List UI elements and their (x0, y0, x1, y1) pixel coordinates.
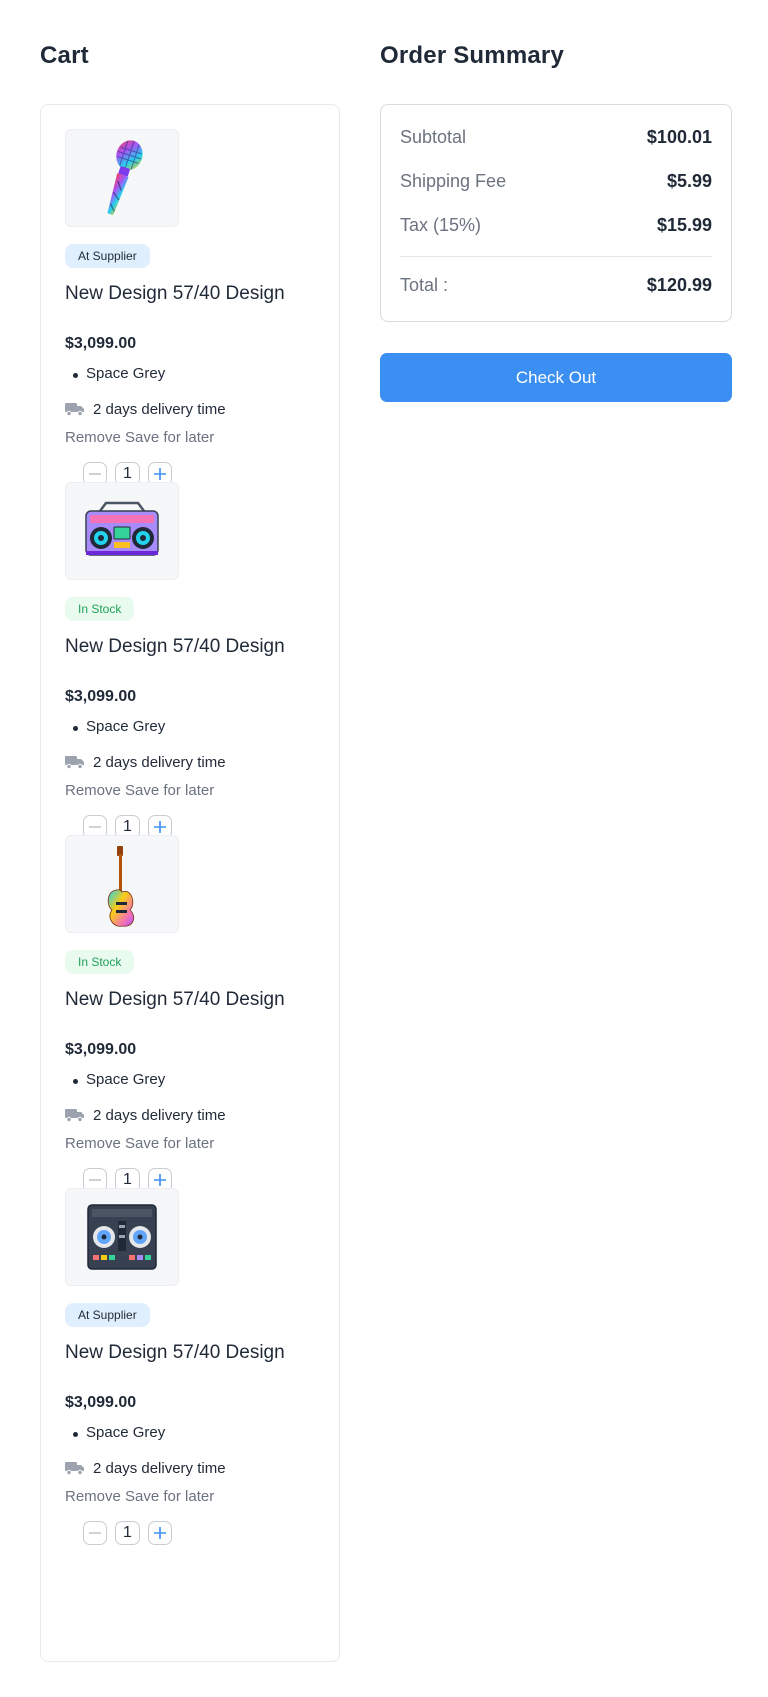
availability-badge: At Supplier (65, 1303, 150, 1327)
truck-icon (65, 1109, 84, 1122)
tax-label: Tax (15%) (400, 215, 482, 235)
remove-link[interactable]: Remove (65, 1488, 121, 1505)
tax-value: $15.99 (656, 215, 712, 235)
total-label: Total : (400, 275, 449, 295)
cart-title: Cart (40, 42, 89, 69)
delivery-time: 2 days delivery time (93, 1460, 226, 1477)
boombox-icon (85, 501, 159, 556)
tax-row: Tax (15%) $15.99 (400, 215, 712, 239)
save-for-later-link[interactable]: Save for later (125, 429, 214, 446)
guitar-icon (107, 846, 135, 927)
shipping-value: $5.99 (666, 171, 712, 191)
product-title[interactable]: New Design 57/40 Design (65, 636, 285, 658)
item-actions: Remove Save for later (65, 429, 214, 446)
product-image[interactable] (65, 129, 179, 227)
remove-link[interactable]: Remove (65, 782, 121, 799)
subtotal-row: Subtotal $100.01 (400, 127, 712, 151)
total-value: $120.99 (646, 275, 712, 295)
dj-controller-icon (87, 1204, 157, 1270)
microphone-icon (107, 140, 143, 216)
bullet-icon (73, 726, 78, 731)
product-variant: Space Grey (86, 1071, 166, 1088)
cart-list: At Supplier New Design 57/40 Design $3,0… (40, 104, 340, 1662)
shipping-row: Shipping Fee $5.99 (400, 171, 712, 195)
product-title[interactable]: New Design 57/40 Design (65, 1342, 285, 1364)
product-variant: Space Grey (86, 365, 166, 382)
bullet-icon (73, 1079, 78, 1084)
product-price: $3,099.00 (65, 335, 137, 352)
bullet-icon (73, 1432, 78, 1437)
product-price: $3,099.00 (65, 688, 137, 705)
shipping-label: Shipping Fee (400, 171, 507, 191)
item-actions: Remove Save for later (65, 1488, 214, 1505)
save-for-later-link[interactable]: Save for later (125, 782, 214, 799)
save-for-later-link[interactable]: Save for later (125, 1135, 214, 1152)
product-image[interactable] (65, 1188, 179, 1286)
cart-item: In Stock New Design 57/40 Design $3,099.… (65, 811, 325, 1194)
minus-icon (89, 1532, 101, 1534)
order-summary-title: Order Summary (380, 42, 565, 69)
subtotal-label: Subtotal (400, 127, 467, 147)
cart-item: At Supplier New Design 57/40 Design $3,0… (65, 105, 325, 488)
save-for-later-link[interactable]: Save for later (125, 1488, 214, 1505)
delivery-time: 2 days delivery time (93, 401, 226, 418)
product-variant: Space Grey (86, 718, 166, 735)
availability-badge: At Supplier (65, 244, 150, 268)
total-row: Total : $120.99 (400, 275, 712, 299)
availability-badge: In Stock (65, 597, 135, 621)
product-variant: Space Grey (86, 1424, 166, 1441)
availability-badge: In Stock (65, 950, 135, 974)
summary-divider (400, 256, 712, 257)
delivery-time: 2 days delivery time (93, 1107, 226, 1124)
cart-item: At Supplier New Design 57/40 Design $3,0… (65, 1164, 325, 1547)
quantity-value[interactable]: 1 (115, 1521, 140, 1545)
product-price: $3,099.00 (65, 1041, 137, 1058)
checkout-button[interactable]: Check Out (380, 353, 732, 402)
order-summary-card: Subtotal $100.01 Shipping Fee $5.99 Tax … (380, 104, 732, 322)
item-actions: Remove Save for later (65, 1135, 214, 1152)
truck-icon (65, 756, 84, 769)
bullet-icon (73, 373, 78, 378)
product-image[interactable] (65, 835, 179, 933)
product-title[interactable]: New Design 57/40 Design (65, 283, 285, 305)
cart-item: In Stock New Design 57/40 Design $3,099.… (65, 458, 325, 841)
truck-icon (65, 403, 84, 416)
truck-icon (65, 1462, 84, 1475)
quantity-stepper: 1 (83, 1521, 175, 1547)
increase-button[interactable] (148, 1521, 172, 1545)
delivery-time: 2 days delivery time (93, 754, 226, 771)
decrease-button[interactable] (83, 1521, 107, 1545)
product-image[interactable] (65, 482, 179, 580)
plus-icon (154, 1527, 166, 1539)
subtotal-value: $100.01 (646, 127, 712, 147)
item-actions: Remove Save for later (65, 782, 214, 799)
product-price: $3,099.00 (65, 1394, 137, 1411)
remove-link[interactable]: Remove (65, 429, 121, 446)
product-title[interactable]: New Design 57/40 Design (65, 989, 285, 1011)
remove-link[interactable]: Remove (65, 1135, 121, 1152)
